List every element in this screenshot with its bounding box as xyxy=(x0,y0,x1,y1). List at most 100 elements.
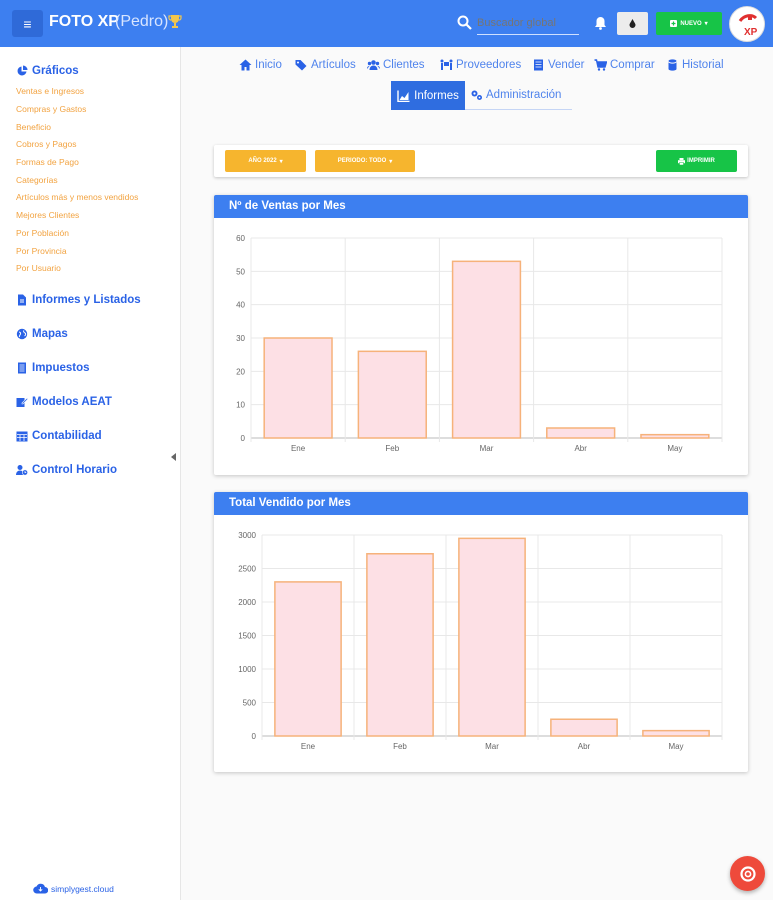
sidebar-item-label: Informes y Listados xyxy=(32,294,141,306)
users-icon xyxy=(367,60,380,70)
sidebar-item-control-horario[interactable]: Control Horario xyxy=(16,464,117,476)
y-tick-label: 10 xyxy=(236,401,245,410)
sidebar-item-label: Mapas xyxy=(32,328,68,340)
people-carry-icon xyxy=(440,59,453,70)
file-icon xyxy=(18,294,26,306)
y-tick-label: 50 xyxy=(236,267,245,276)
menu-button[interactable]: ≡ xyxy=(12,10,43,37)
print-button[interactable]: IMPRIMIR xyxy=(656,150,737,172)
bar-mar xyxy=(458,537,526,737)
sidebar-item-contabilidad[interactable]: Contabilidad xyxy=(16,430,102,442)
sidebar-item-mapas[interactable]: Mapas xyxy=(16,328,68,340)
svg-text:XP: XP xyxy=(744,27,758,38)
database-icon xyxy=(668,59,677,71)
tab-informes[interactable]: Informes xyxy=(391,81,465,110)
sidebar-item-label: Impuestos xyxy=(32,362,90,374)
user-clock-icon xyxy=(16,465,28,476)
foto-xp-logo: XP xyxy=(738,14,758,38)
tab-label: Informes xyxy=(414,89,459,102)
sidebar-subitem-ventas[interactable]: Ventas e Ingresos xyxy=(16,86,84,96)
bar-may xyxy=(642,729,710,737)
tab-clientes[interactable]: Clientes xyxy=(367,59,425,71)
x-tick-label: Ene xyxy=(291,444,306,453)
x-tick-label: Mar xyxy=(485,742,499,751)
tab-label: Clientes xyxy=(383,59,425,71)
tab-proveedores[interactable]: Proveedores xyxy=(440,59,521,71)
sidebar-item-modelos-aeat[interactable]: Modelos AEAT xyxy=(16,396,112,408)
drop-button[interactable] xyxy=(617,12,648,35)
x-tick-label: Abr xyxy=(578,742,591,751)
app-user: (Pedro) xyxy=(115,13,169,30)
tab-articulos[interactable]: Artículos xyxy=(295,59,356,71)
sidebar-subitem-categorias[interactable]: Categorías xyxy=(16,175,58,185)
sidebar-footer-link[interactable]: simplygest.cloud xyxy=(33,883,114,894)
y-tick-label: 0 xyxy=(252,732,257,741)
calendar-icon xyxy=(16,431,28,442)
x-tick-label: Abr xyxy=(574,444,587,453)
year-dropdown[interactable]: AÑO 2022 ▾ xyxy=(225,150,306,172)
sidebar-subitem-poblacion[interactable]: Por Población xyxy=(16,228,69,238)
chart-card-total: Total Vendido por Mes 0 500 1000 1500 2000 25… xyxy=(214,492,748,772)
cloud-icon xyxy=(33,883,48,894)
sidebar-subitem-beneficio[interactable]: Beneficio xyxy=(16,122,51,132)
chart-card-ventas: Nº de Ventas por Mes 0 10 20 30 40 50 60 Ene Feb… xyxy=(214,195,748,475)
sidebar-item-impuestos[interactable]: Impuestos xyxy=(16,362,90,374)
sidebar-item-label: Modelos AEAT xyxy=(32,396,112,408)
edit-icon xyxy=(16,397,28,407)
sidebar-subitem-mejores-clientes[interactable]: Mejores Clientes xyxy=(16,210,79,220)
x-tick-label: May xyxy=(667,444,682,453)
x-tick-label: Mar xyxy=(480,444,494,453)
chart-title: Total Vendido por Mes xyxy=(214,492,748,515)
y-tick-label: 60 xyxy=(236,234,245,243)
sidebar: Gráficos Ventas e Ingresos Compras y Gas… xyxy=(0,47,181,900)
y-tick-label: 40 xyxy=(236,301,245,310)
x-tick-label: Feb xyxy=(385,444,399,453)
bell-icon[interactable] xyxy=(594,16,607,30)
filter-bar: AÑO 2022 ▾ PERIODO: TODO ▾ IMPRIMIR xyxy=(214,145,748,177)
search-icon[interactable] xyxy=(457,15,472,30)
sidebar-subitem-cobros[interactable]: Cobros y Pagos xyxy=(16,139,76,149)
sidebar-subitem-provincia[interactable]: Por Provincia xyxy=(16,246,67,256)
sidebar-subitem-compras[interactable]: Compras y Gastos xyxy=(16,104,86,114)
tab-vender[interactable]: Vender xyxy=(532,59,584,71)
period-dropdown[interactable]: PERIODO: TODO ▾ xyxy=(315,150,415,172)
area-chart-icon xyxy=(397,90,410,102)
bar-abr xyxy=(546,427,616,439)
chart-total-plot: 0 500 1000 1500 2000 2500 3000 Ene Feb Mar Abr May xyxy=(238,531,723,751)
sidebar-item-graficos[interactable]: Gráficos xyxy=(16,65,79,77)
collapse-sidebar-icon[interactable] xyxy=(171,453,176,461)
sidebar-subitem-usuario[interactable]: Por Usuario xyxy=(16,263,61,273)
sidebar-subitem-formas-pago[interactable]: Formas de Pago xyxy=(16,157,79,167)
tab-label: Inicio xyxy=(255,59,282,71)
caret-down-icon: ▾ xyxy=(279,158,283,165)
cart-icon xyxy=(594,59,607,71)
bar-feb xyxy=(366,553,434,737)
sidebar-item-informes[interactable]: Informes y Listados xyxy=(16,294,141,306)
drop-icon xyxy=(629,19,636,28)
caret-down-icon: ▾ xyxy=(704,21,708,27)
avatar[interactable]: XP xyxy=(729,6,765,42)
y-tick-label: 3000 xyxy=(238,531,256,540)
tab-comprar[interactable]: Comprar xyxy=(594,59,655,71)
tab-label: Comprar xyxy=(610,59,655,71)
tab-divider xyxy=(465,109,572,110)
print-label: IMPRIMIR xyxy=(687,158,715,164)
x-tick-label: Ene xyxy=(301,742,316,751)
period-label: PERIODO: TODO xyxy=(337,158,387,164)
tab-inicio[interactable]: Inicio xyxy=(239,59,282,71)
new-button[interactable]: NUEVO ▾ xyxy=(656,12,722,35)
print-icon xyxy=(678,157,686,165)
tab-historial[interactable]: Historial xyxy=(666,59,724,71)
help-button[interactable] xyxy=(730,856,765,891)
trophy-icon[interactable] xyxy=(168,14,182,30)
y-tick-label: 0 xyxy=(241,434,246,443)
tab-administracion[interactable]: Administración xyxy=(470,89,561,101)
bar-abr xyxy=(550,718,618,737)
home-icon xyxy=(239,59,252,71)
caret-down-icon: ▾ xyxy=(389,158,393,165)
sidebar-subitem-articulos[interactable]: Artículos más y menos vendidos xyxy=(16,192,138,202)
global-search-input[interactable] xyxy=(477,10,579,35)
footer-label: simplygest.cloud xyxy=(51,883,114,894)
top-bar: ≡ FOTO XP (Pedro) NUEVO ▾ XP xyxy=(0,0,773,47)
document-icon xyxy=(18,362,26,374)
